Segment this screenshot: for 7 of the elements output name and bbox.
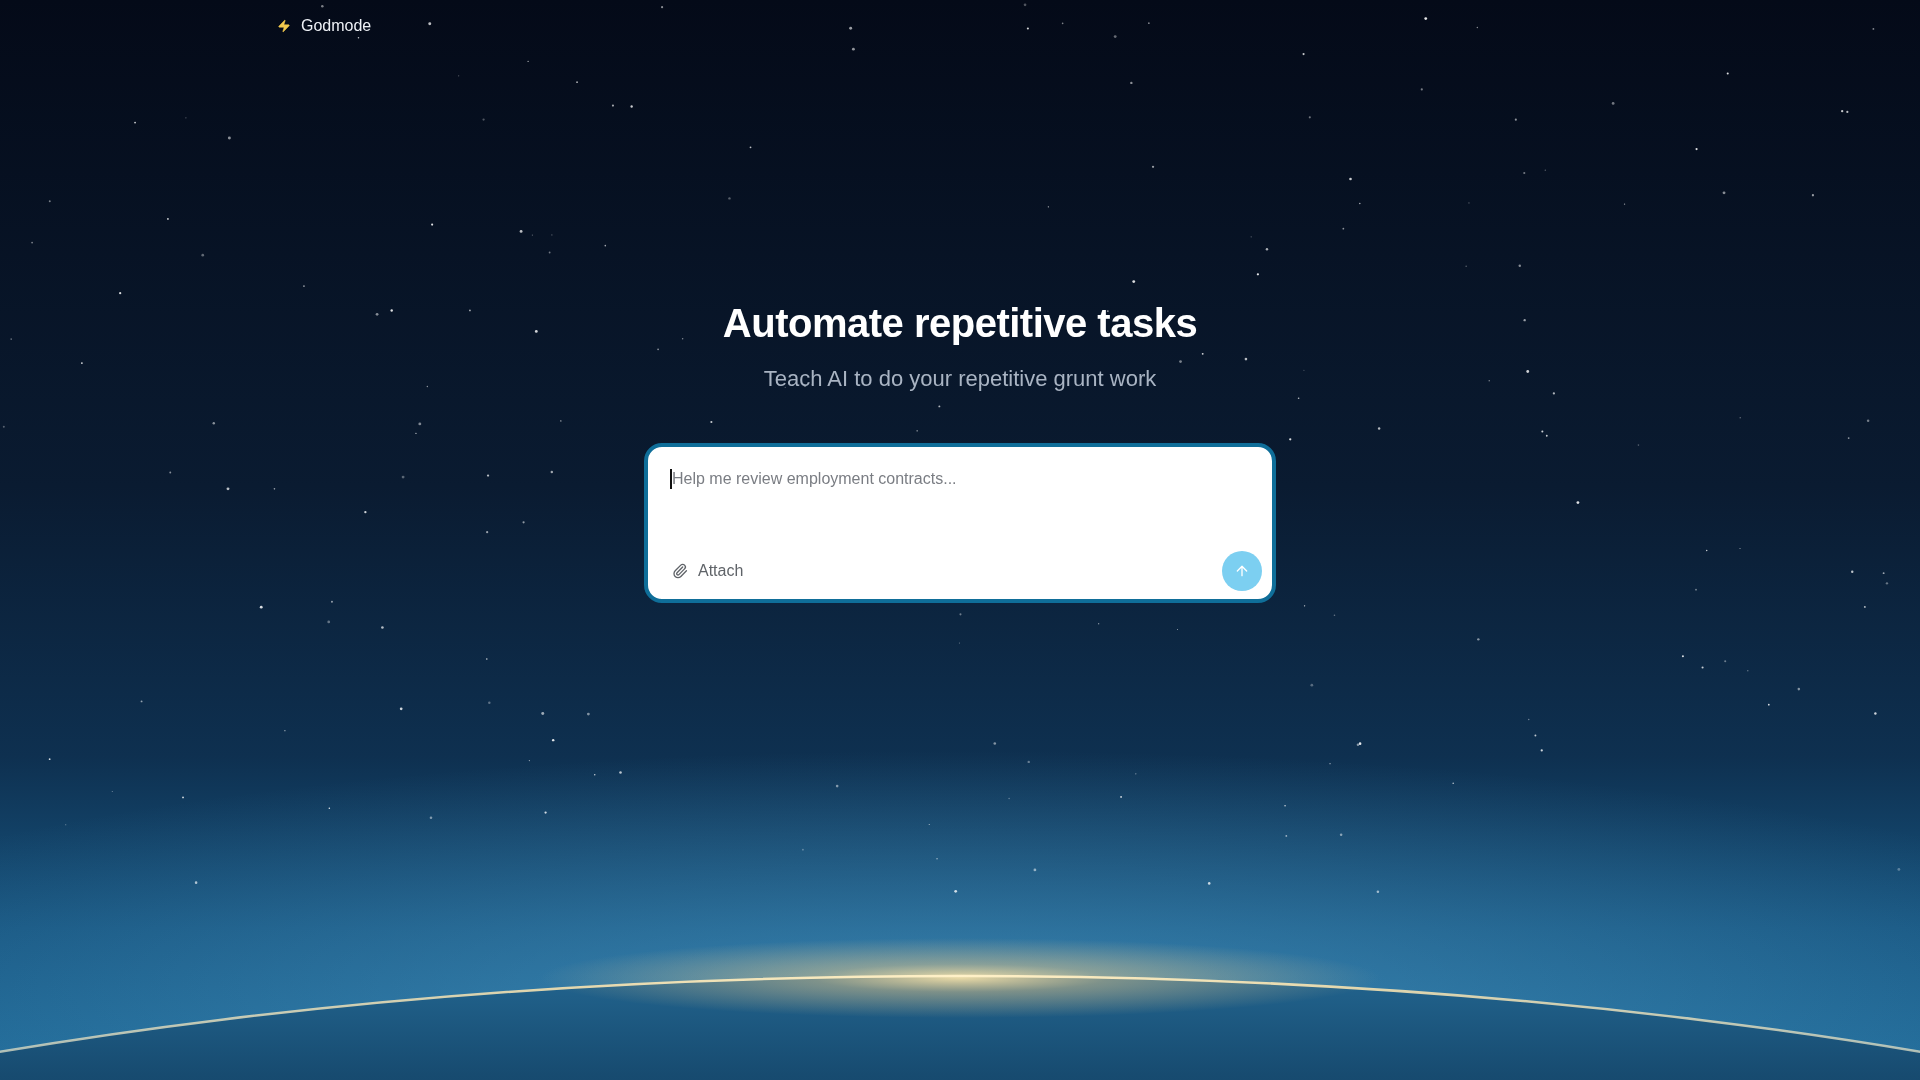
prompt-box[interactable]: Help me review employment contracts... Attach <box>644 443 1276 603</box>
brand-link[interactable]: Godmode <box>277 14 372 38</box>
attach-button[interactable]: Attach <box>672 559 744 583</box>
paperclip-icon <box>672 563 688 579</box>
hero-title: Automate repetitive tasks <box>722 300 1198 347</box>
prompt-input[interactable]: Help me review employment contracts... <box>648 447 1272 551</box>
hero-subtitle: Teach AI to do your repetitive grunt work <box>763 365 1157 393</box>
